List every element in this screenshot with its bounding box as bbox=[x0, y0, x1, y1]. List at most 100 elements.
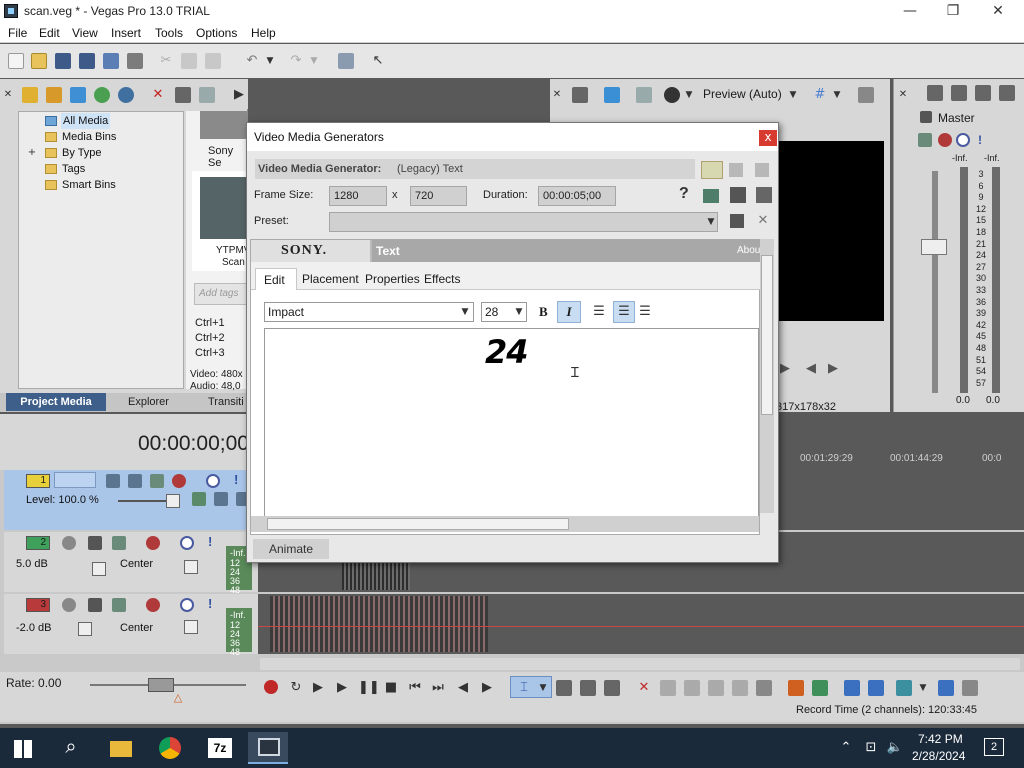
track-3-invert-phase-icon[interactable] bbox=[88, 598, 102, 612]
windows-start-icon[interactable] bbox=[14, 740, 32, 758]
italic-button[interactable]: I bbox=[557, 301, 581, 323]
add-tags-input[interactable]: Add tags bbox=[194, 283, 248, 305]
go-to-end-icon[interactable]: ⏭ bbox=[430, 680, 446, 696]
maximize-button[interactable]: ❐ bbox=[939, 2, 967, 20]
video-fx-icon[interactable] bbox=[636, 87, 652, 103]
master-solo-icon[interactable]: ! bbox=[978, 133, 982, 147]
preview-video-frame[interactable] bbox=[778, 141, 884, 321]
next-frame-icon[interactable]: ▶ bbox=[778, 361, 792, 377]
font-size-dropdown-icon[interactable]: ▼ bbox=[513, 304, 525, 320]
tab-transitions[interactable]: Transiti bbox=[208, 393, 244, 411]
plugin-vertical-scrollbar[interactable] bbox=[760, 239, 774, 513]
tab-project-media[interactable]: Project Media bbox=[6, 393, 106, 411]
align-left-icon[interactable]: ☰ bbox=[591, 304, 607, 320]
save-as-icon[interactable] bbox=[79, 53, 95, 69]
track-1-expand-icon[interactable] bbox=[214, 492, 228, 506]
undo-dropdown-icon[interactable]: ▼ bbox=[264, 53, 276, 69]
menu-view[interactable]: View bbox=[72, 26, 98, 40]
split-screen-icon[interactable] bbox=[664, 87, 680, 103]
track-3-fx-icon[interactable] bbox=[146, 598, 160, 612]
track-2-header[interactable]: 2 ! 5.0 dB Center -Inf. 12 24 36 48 bbox=[4, 532, 258, 595]
track-2-fx-icon[interactable] bbox=[146, 536, 160, 550]
tab-properties[interactable]: Properties bbox=[365, 272, 420, 286]
track-2-solo-icon[interactable]: ! bbox=[208, 534, 212, 549]
track-1-fx-icon[interactable] bbox=[172, 474, 186, 488]
copy-icon[interactable] bbox=[181, 53, 197, 69]
play-preview-icon[interactable]: ▶ bbox=[232, 87, 246, 103]
track-1-level-handle[interactable] bbox=[166, 494, 180, 508]
track-3-mute-icon[interactable] bbox=[180, 598, 194, 612]
volume-icon[interactable]: 🔈 bbox=[886, 740, 904, 756]
master-toolbar-3-icon[interactable] bbox=[975, 85, 991, 101]
track-2-invert-phase-icon[interactable] bbox=[88, 536, 102, 550]
preview-quality[interactable]: Preview (Auto) bbox=[703, 87, 782, 101]
frame-height-input[interactable]: 720 bbox=[410, 186, 467, 206]
rate-reset-icon[interactable]: △ bbox=[170, 690, 186, 706]
redo-dropdown-icon[interactable]: ▼ bbox=[308, 53, 320, 69]
lock-icon[interactable] bbox=[756, 680, 772, 696]
view-mode-3-icon[interactable] bbox=[755, 163, 769, 177]
tree-smart-bins[interactable]: Smart Bins bbox=[62, 177, 116, 193]
lock-envelopes-icon[interactable] bbox=[938, 680, 954, 696]
selection-tool-icon[interactable] bbox=[580, 680, 596, 696]
delete-preset-icon[interactable]: ✕ bbox=[755, 213, 771, 229]
brush-icon[interactable] bbox=[338, 53, 354, 69]
menu-edit[interactable]: Edit bbox=[39, 26, 60, 40]
view-mode-2-icon[interactable] bbox=[729, 163, 743, 177]
ripple-dropdown-icon[interactable]: ▼ bbox=[918, 680, 928, 696]
timeline-horizontal-scrollbar[interactable] bbox=[260, 658, 1020, 670]
auto-crossfade-icon[interactable] bbox=[868, 680, 884, 696]
vertical-scroll-thumb[interactable] bbox=[761, 255, 773, 415]
track-2-mute-icon[interactable] bbox=[180, 536, 194, 550]
minimize-button[interactable]: — bbox=[896, 2, 924, 20]
external-monitor-icon[interactable] bbox=[604, 87, 620, 103]
notifications-icon[interactable]: 2 bbox=[984, 738, 1004, 756]
help-icon[interactable]: ? bbox=[679, 185, 689, 203]
split-icon[interactable] bbox=[732, 680, 748, 696]
generator-settings-icon[interactable] bbox=[730, 187, 746, 203]
chrome-taskbar-button[interactable] bbox=[150, 732, 190, 764]
master-toolbar-1-icon[interactable] bbox=[927, 85, 943, 101]
preset-dropdown[interactable] bbox=[329, 212, 718, 232]
track-3-solo-icon[interactable]: ! bbox=[208, 596, 212, 611]
master-toolbar-4-icon[interactable] bbox=[999, 85, 1015, 101]
previous-frame-icon[interactable]: ◀ bbox=[454, 680, 472, 696]
save-icon[interactable] bbox=[55, 53, 71, 69]
overlays-dropdown-icon[interactable]: ▼ bbox=[832, 87, 842, 103]
sony-thumbnail[interactable] bbox=[200, 111, 248, 139]
bold-button[interactable]: B bbox=[539, 304, 548, 320]
track-3-volume-envelope[interactable] bbox=[258, 626, 1024, 627]
preview-close-icon[interactable]: ✕ bbox=[552, 87, 562, 103]
master-mute-icon[interactable] bbox=[956, 133, 970, 147]
save-preset-icon[interactable] bbox=[730, 214, 744, 228]
track-1-header[interactable]: 1 ! Level: 100.0 % bbox=[4, 470, 258, 530]
track-2-arm-record-icon[interactable] bbox=[62, 536, 76, 550]
track-3-header[interactable]: 3 ! -2.0 dB Center -Inf. 12 24 36 48 bbox=[4, 594, 258, 657]
track-2-volume-handle[interactable] bbox=[92, 562, 106, 576]
tree-all-media[interactable]: All Media bbox=[61, 113, 111, 129]
track-1-bypass-icon[interactable] bbox=[150, 474, 164, 488]
new-icon[interactable] bbox=[8, 53, 24, 69]
media-fx-icon[interactable] bbox=[118, 87, 134, 103]
ripple-edit-icon[interactable] bbox=[896, 680, 912, 696]
tab-edit[interactable]: Edit bbox=[255, 268, 297, 290]
media-properties-icon[interactable] bbox=[175, 87, 191, 103]
record-icon[interactable] bbox=[264, 680, 278, 694]
ignore-grouping-icon[interactable] bbox=[962, 680, 978, 696]
preview-properties-icon[interactable] bbox=[572, 87, 588, 103]
track-2-pan-handle[interactable] bbox=[184, 560, 198, 574]
track-1-motion-icon[interactable] bbox=[106, 474, 120, 488]
next-frame-2-icon[interactable]: ▶ bbox=[824, 361, 842, 377]
master-close-icon[interactable]: ✕ bbox=[898, 87, 908, 103]
tab-explorer[interactable]: Explorer bbox=[128, 393, 169, 411]
menu-tools[interactable]: Tools bbox=[155, 26, 183, 40]
ytpmv-media-item[interactable]: YTPMV Scan bbox=[192, 171, 250, 271]
get-photo-icon[interactable] bbox=[70, 87, 86, 103]
tab-placement[interactable]: Placement bbox=[302, 272, 359, 286]
track-3-arm-record-icon[interactable] bbox=[62, 598, 76, 612]
next-frame-transport-icon[interactable]: ▶ bbox=[478, 680, 496, 696]
font-dropdown-icon[interactable]: ▼ bbox=[459, 304, 471, 320]
generator-export-icon[interactable] bbox=[756, 187, 772, 203]
track-3-lane[interactable] bbox=[258, 594, 1024, 654]
preview-quality-dropdown-icon[interactable]: ▼ bbox=[788, 87, 798, 103]
